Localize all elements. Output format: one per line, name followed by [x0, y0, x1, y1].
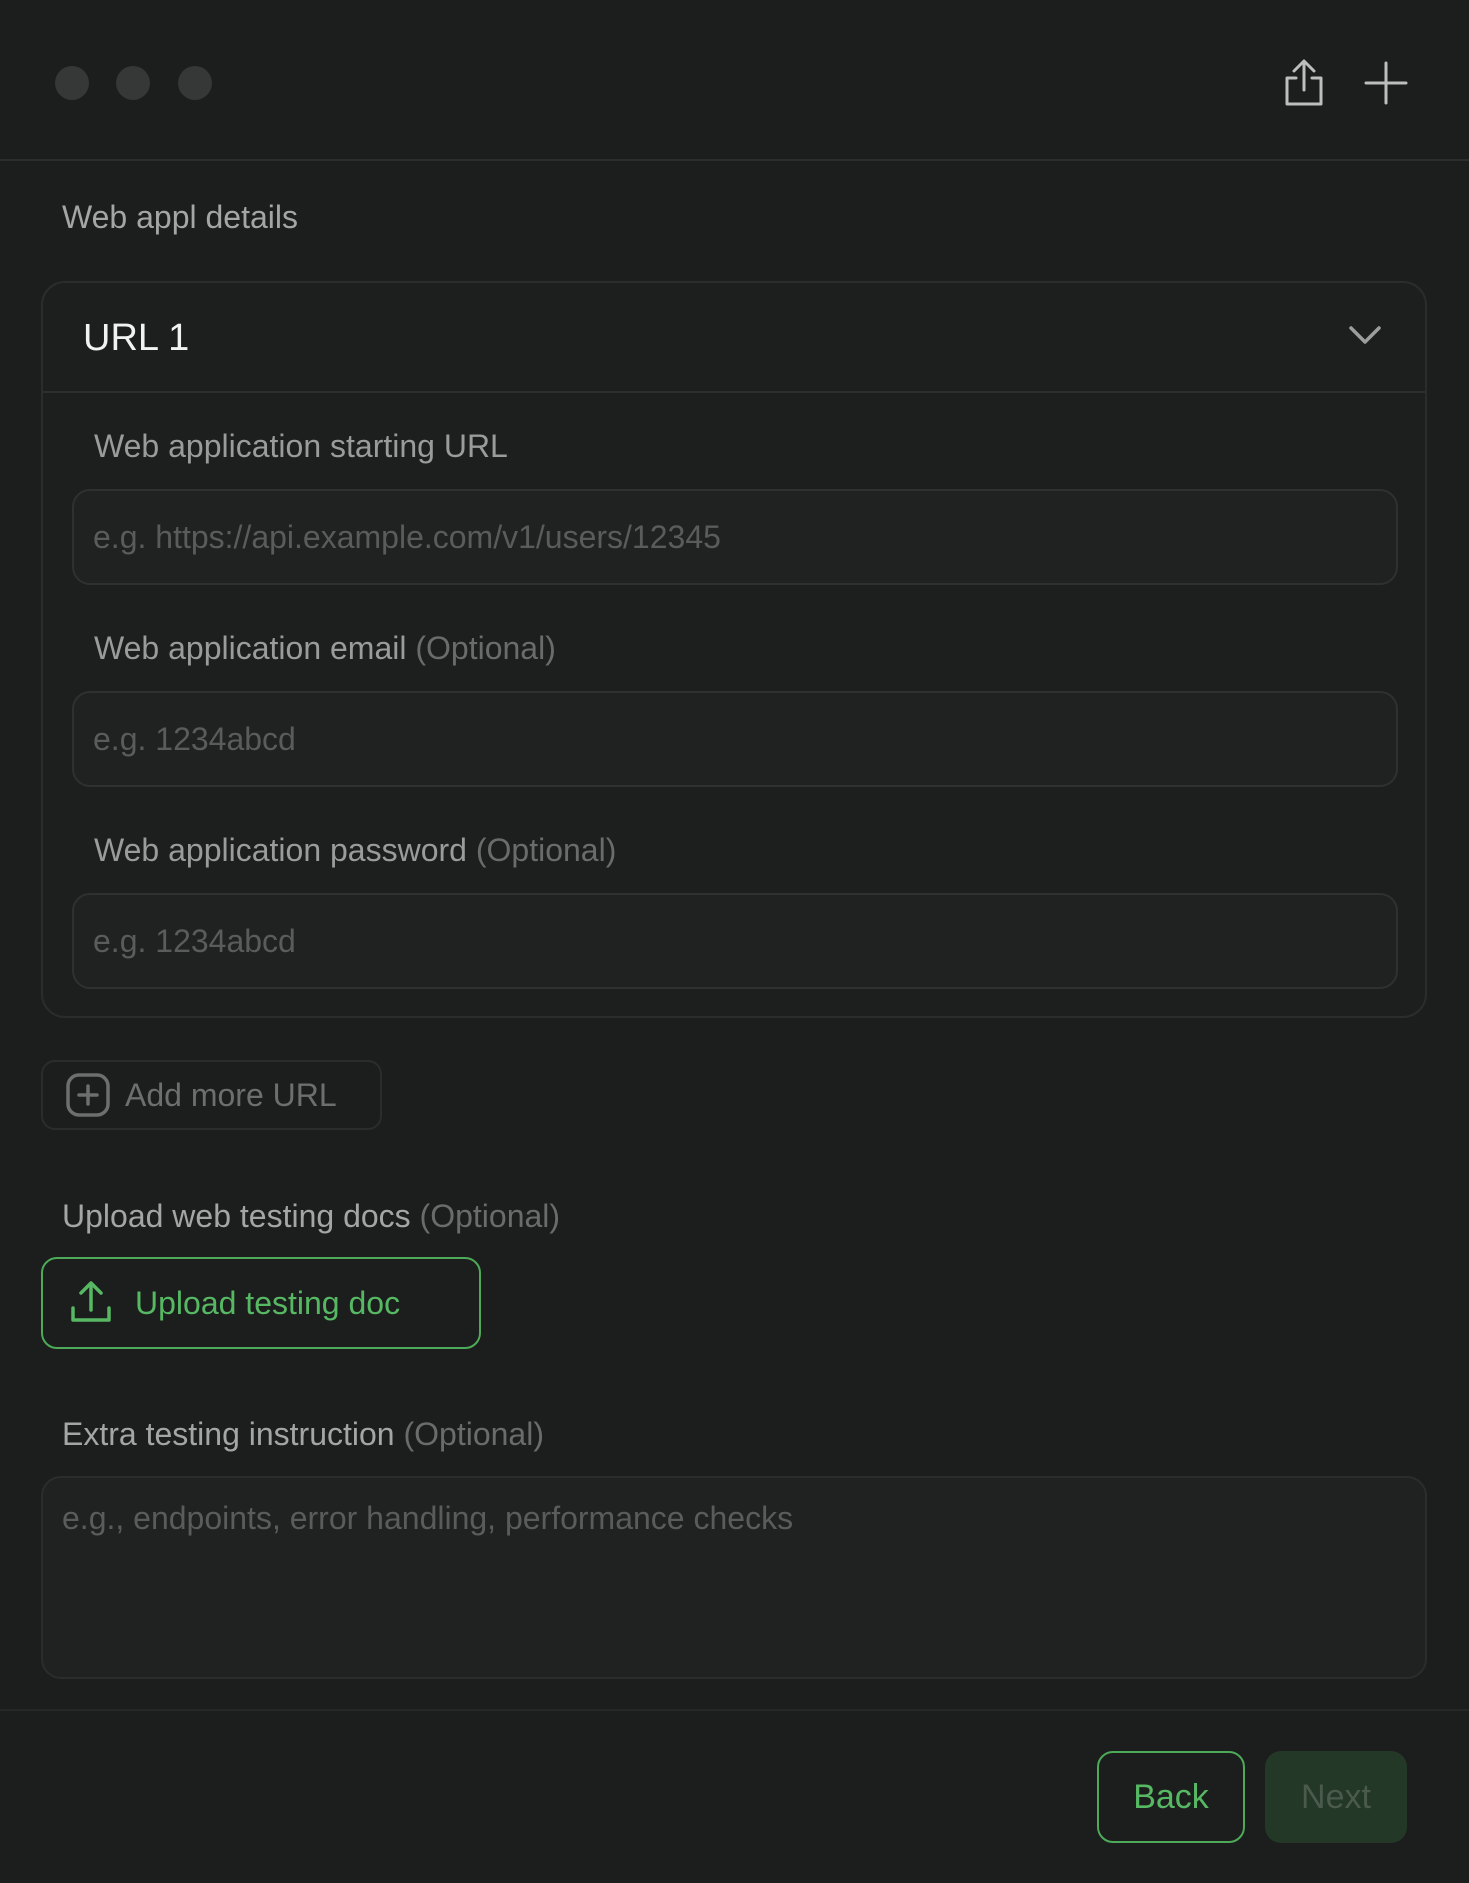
next-button[interactable]: Next	[1265, 1751, 1407, 1843]
extra-instruction-textarea[interactable]	[41, 1476, 1427, 1679]
chevron-down-icon[interactable]	[1343, 313, 1387, 357]
upload-testing-doc-label: Upload testing doc	[135, 1284, 401, 1321]
starting-url-label-text: Web application starting URL	[94, 428, 508, 464]
password-input[interactable]	[72, 893, 1398, 989]
starting-url-label: Web application starting URL	[94, 428, 508, 465]
upload-docs-label-text: Upload web testing docs	[62, 1198, 411, 1234]
window-dot[interactable]	[55, 66, 89, 100]
url-card: URL 1 Web application starting URL Web a…	[41, 281, 1427, 1018]
extra-instruction-label: Extra testing instruction (Optional)	[62, 1416, 544, 1453]
starting-url-input[interactable]	[72, 489, 1398, 585]
upload-docs-label: Upload web testing docs (Optional)	[62, 1198, 560, 1235]
footer-bar: Back Next	[0, 1709, 1469, 1883]
email-label-text: Web application email	[94, 630, 407, 666]
optional-tag: (Optional)	[475, 832, 617, 868]
password-label: Web application password (Optional)	[94, 832, 616, 869]
add-more-url-button[interactable]: Add more URL	[41, 1060, 382, 1130]
window-dot[interactable]	[116, 66, 150, 100]
share-icon[interactable]	[1277, 56, 1331, 110]
extra-instruction-label-text: Extra testing instruction	[62, 1416, 395, 1452]
email-input[interactable]	[72, 691, 1398, 787]
password-label-text: Web application password	[94, 832, 467, 868]
plus-square-icon	[65, 1072, 111, 1118]
email-label: Web application email (Optional)	[94, 630, 556, 667]
add-more-url-label: Add more URL	[125, 1076, 337, 1113]
optional-tag: (Optional)	[415, 630, 556, 666]
optional-tag: (Optional)	[419, 1198, 561, 1234]
url-card-header[interactable]: URL 1	[43, 283, 1425, 393]
optional-tag: (Optional)	[403, 1416, 544, 1452]
window-titlebar	[0, 0, 1469, 161]
upload-icon	[69, 1280, 115, 1326]
plus-icon[interactable]	[1359, 56, 1413, 110]
upload-testing-doc-button[interactable]: Upload testing doc	[41, 1257, 481, 1349]
url-card-title: URL 1	[83, 317, 190, 359]
back-button[interactable]: Back	[1097, 1751, 1245, 1843]
section-title: Web appl details	[62, 199, 298, 235]
window-dot[interactable]	[178, 66, 212, 100]
